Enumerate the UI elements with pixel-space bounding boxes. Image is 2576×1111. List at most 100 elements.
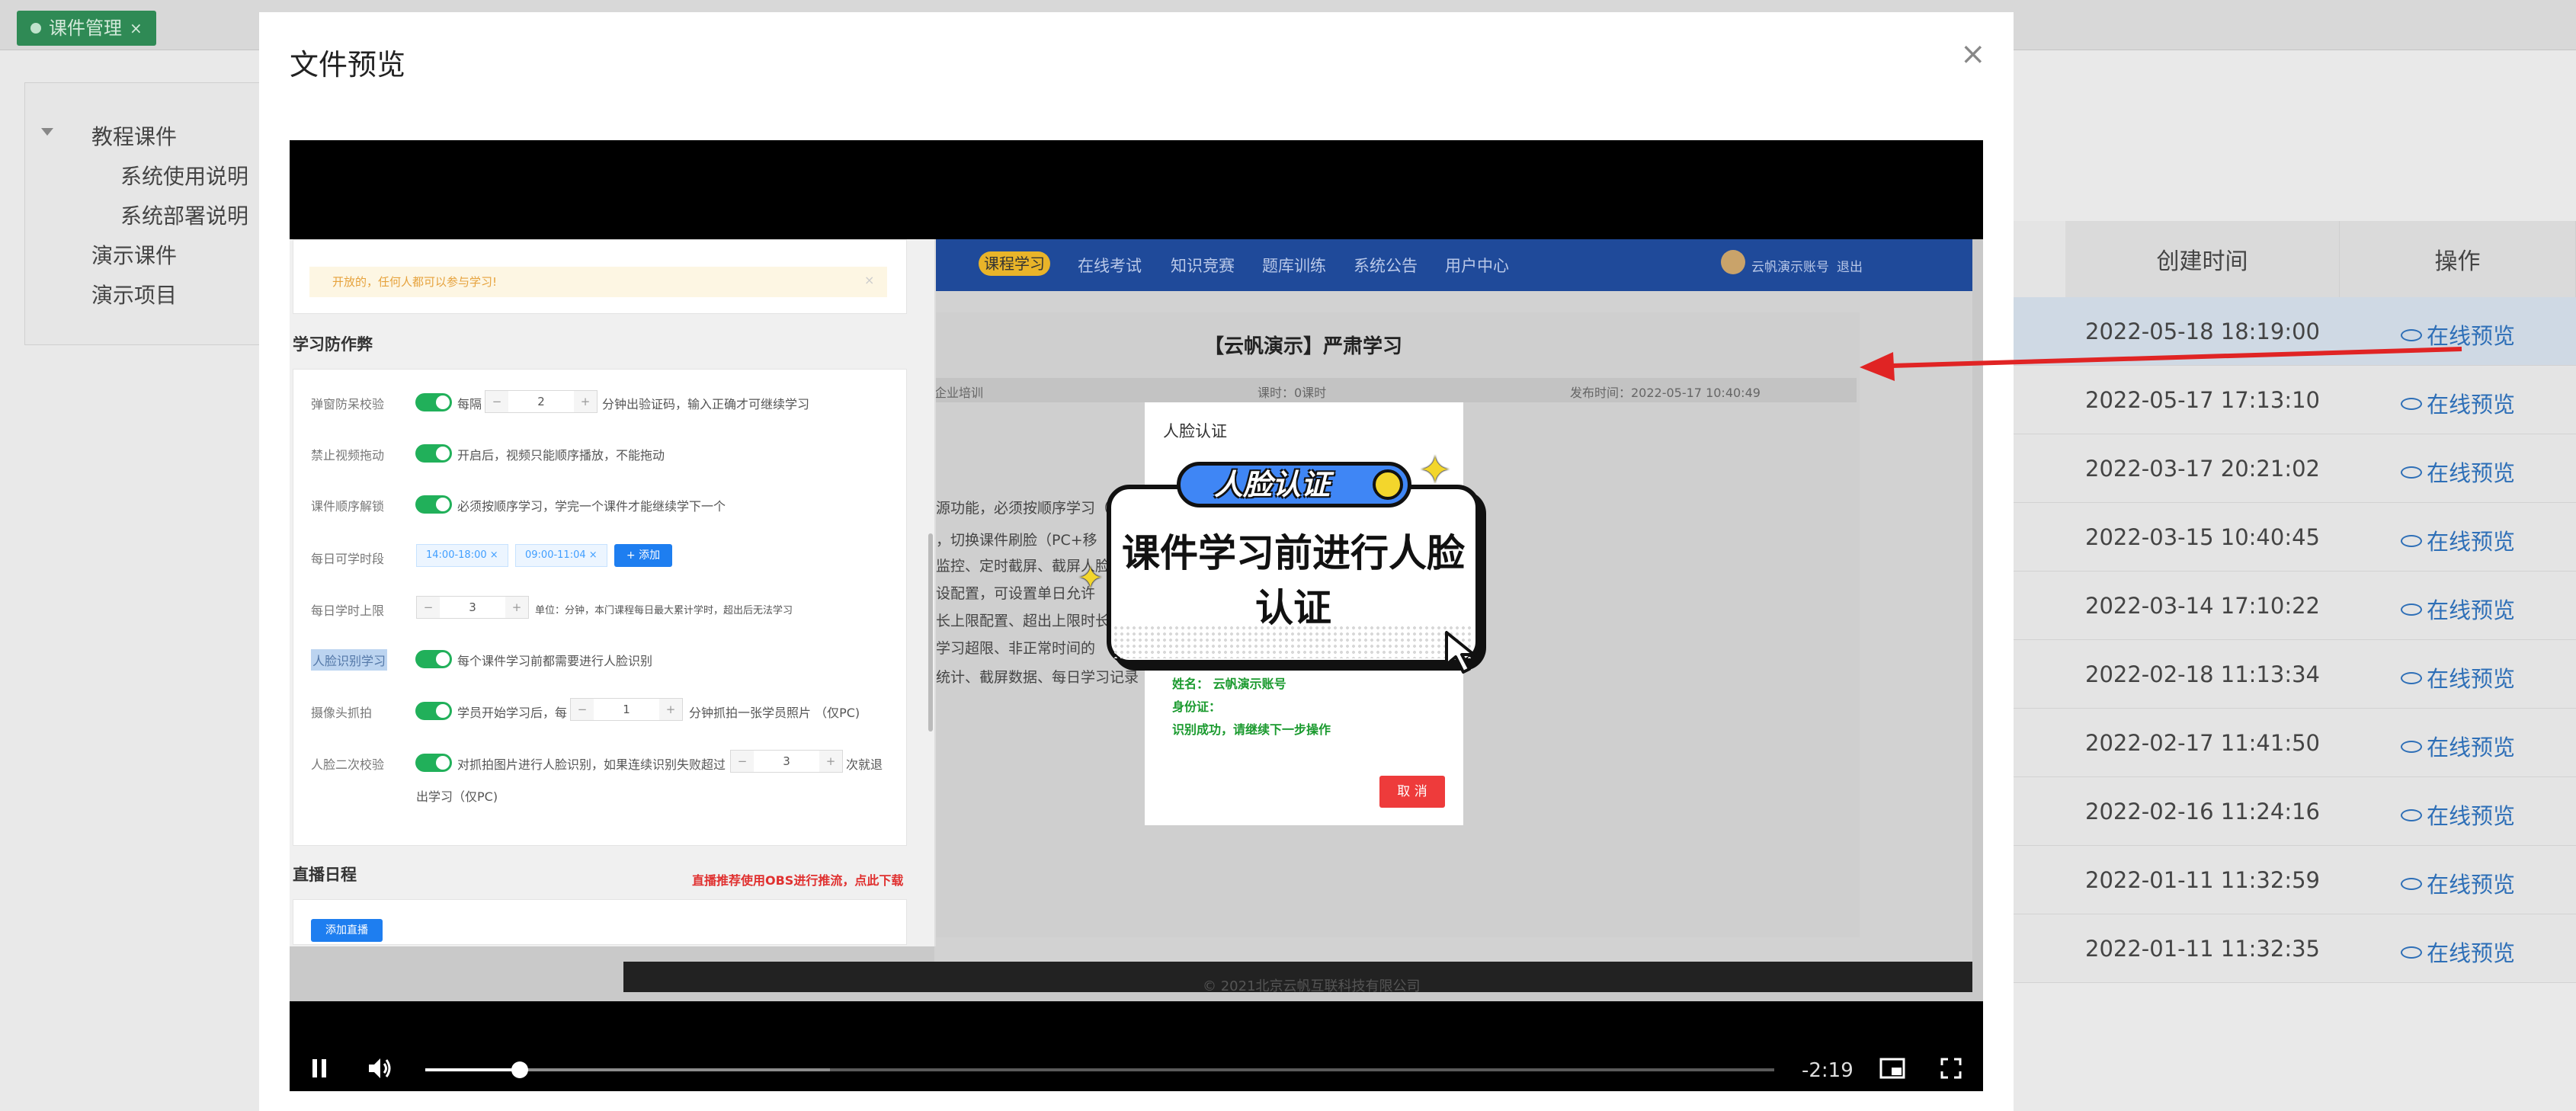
- created-time-cell: 2022-03-17 20:21:02: [2085, 456, 2320, 482]
- frame-meta-hours: 课时：0课时: [1258, 386, 1327, 400]
- preview-link-label: 在线预览: [2427, 392, 2516, 418]
- frame-meta-category: 企业培训: [934, 386, 984, 400]
- eye-icon: [2401, 398, 2422, 410]
- preview-link-label: 在线预览: [2427, 735, 2516, 760]
- fullscreen-button[interactable]: [1940, 1058, 1962, 1082]
- setting-label: 摄像头抓拍: [311, 706, 373, 720]
- frame-account-name: 云帆演示账号: [1751, 260, 1829, 275]
- volume-button[interactable]: [367, 1056, 393, 1084]
- settings-section-title: 学习防作弊: [293, 335, 373, 354]
- tab-course-management[interactable]: 课件管理 ×: [17, 11, 156, 46]
- preview-link-label: 在线预览: [2427, 597, 2516, 623]
- frame-course-title: 【云帆演示】严肃学习: [1204, 335, 1403, 358]
- setting-label: 每日学时上限: [311, 604, 385, 618]
- face-auth-title: 人脸认证: [1163, 422, 1227, 440]
- eye-icon: [2401, 535, 2422, 547]
- preview-link[interactable]: 在线预览: [2401, 456, 2515, 488]
- frame-meta-published: 发布时间：2022-05-17 10:40:49: [1570, 386, 1761, 400]
- setting-toggle: [415, 393, 452, 411]
- tree-node-usage-guide[interactable]: 系统使用说明: [120, 160, 248, 191]
- preview-link-label: 在线预览: [2427, 803, 2516, 829]
- preview-link[interactable]: 在线预览: [2401, 387, 2515, 419]
- setting-text: 出学习（仅PC): [416, 789, 498, 804]
- created-time-cell: 2022-01-11 11:32:35: [2085, 936, 2320, 962]
- eye-icon: [2401, 878, 2422, 890]
- progress-played: [425, 1068, 520, 1071]
- created-time-cell: 2022-05-17 17:13:10: [2085, 387, 2320, 413]
- stepper-value: 3: [469, 600, 476, 614]
- column-header-created: 创建时间: [2065, 221, 2340, 297]
- preview-link[interactable]: 在线预览: [2401, 936, 2515, 968]
- sticker-badge-text: 人脸认证: [1213, 468, 1330, 501]
- sparkle-icon: ✦: [1078, 561, 1104, 596]
- setting-text: 分钟抓拍一张学员照片 （仅PC): [689, 706, 860, 720]
- setting-toggle: [415, 754, 452, 772]
- pause-icon: [312, 1059, 326, 1077]
- picture-in-picture-button[interactable]: [1879, 1058, 1905, 1082]
- frame-nav-item: 在线考试: [1078, 257, 1142, 275]
- setting-text: 学员开始学习后，每: [457, 706, 568, 720]
- tree-node-demo-courses[interactable]: 演示课件: [91, 239, 177, 270]
- live-schedule-title: 直播日程: [293, 866, 357, 884]
- created-time-cell: 2022-02-18 11:13:34: [2085, 661, 2320, 687]
- tree-node-deploy-guide[interactable]: 系统部署说明: [120, 200, 248, 230]
- face-auth-name: 姓名： 云帆演示账号: [1172, 677, 1286, 691]
- stepper-value: 3: [783, 754, 790, 768]
- setting-label: 课件顺序解锁: [311, 499, 385, 514]
- preview-link[interactable]: 在线预览: [2401, 867, 2515, 899]
- red-arrow-annotation: [1860, 347, 2462, 381]
- setting-stepper: −3 +: [730, 750, 843, 773]
- frame-nav-item: 题库训练: [1262, 257, 1326, 275]
- tab-close-icon[interactable]: ×: [130, 11, 143, 46]
- setting-text: 次就退: [846, 757, 883, 772]
- preview-link[interactable]: 在线预览: [2401, 593, 2515, 625]
- avatar: [1721, 250, 1745, 274]
- setting-text: 必须按顺序学习，学完一个课件才能继续学下一个: [457, 499, 726, 514]
- preview-link-label: 在线预览: [2427, 666, 2516, 692]
- setting-stepper: −1 +: [570, 698, 683, 721]
- setting-text: 开启后，视频只能顺序播放，不能拖动: [457, 448, 665, 463]
- setting-label: 人脸二次校验: [311, 757, 385, 772]
- face-auth-status: 识别成功，请继续下一步操作: [1172, 722, 1331, 737]
- setting-text: 每个课件学习前都需要进行人脸识别: [457, 654, 653, 668]
- setting-text: 分钟出验证码，输入正确才可继续学习: [602, 397, 810, 411]
- preview-link[interactable]: 在线预览: [2401, 661, 2515, 693]
- preview-link[interactable]: 在线预览: [2401, 799, 2515, 831]
- pause-button[interactable]: [311, 1058, 328, 1082]
- time-remaining: -2:19: [1802, 1059, 1854, 1082]
- fullscreen-icon: [1940, 1058, 1962, 1079]
- close-icon[interactable]: ×: [1960, 37, 1986, 72]
- setting-stepper: −2 +: [485, 390, 598, 413]
- time-range-tag: 14:00-18:00 ×: [416, 544, 508, 567]
- setting-label: 禁止视频拖动: [311, 448, 385, 463]
- sticker-dot-pattern: [1113, 625, 1471, 658]
- stepper-value: 1: [623, 703, 630, 716]
- setting-toggle: [415, 702, 452, 720]
- settings-notice: 开放的，任何人都可以参与学习!: [309, 267, 887, 297]
- obs-download-hint: 直播推荐使用OBS进行推流，点此下载: [692, 873, 904, 888]
- tree-node-tutorials[interactable]: 教程课件: [91, 120, 177, 151]
- live-schedule-card: [293, 899, 907, 945]
- tree-node-demo-projects[interactable]: 演示项目: [91, 279, 177, 309]
- frame-body-line: 设配置，可设置单日允许: [936, 585, 1096, 602]
- preview-link[interactable]: 在线预览: [2401, 524, 2515, 556]
- setting-text: 单位：分钟，本门课程每日最大累计学时，超出后无法学习: [535, 605, 793, 616]
- frame-body-line: 学习超限、非正常时间的: [936, 640, 1096, 657]
- setting-toggle: [415, 444, 452, 463]
- setting-toggle: [415, 495, 452, 514]
- progress-handle[interactable]: [511, 1061, 528, 1078]
- frame-body-line: ，切换课件刷脸（PC+移: [936, 532, 1097, 549]
- preview-link[interactable]: 在线预览: [2401, 730, 2515, 762]
- face-auth-id: 身份证：: [1172, 700, 1222, 714]
- stepper-value: 2: [537, 395, 545, 408]
- tab-label: 课件管理: [49, 18, 122, 39]
- eye-icon: [2401, 809, 2422, 821]
- setting-label-selected: 人脸识别学习: [311, 649, 388, 671]
- preview-link-label: 在线预览: [2427, 460, 2516, 486]
- setting-text: 对抓拍图片进行人脸识别，如果连续识别失败超过: [457, 757, 726, 772]
- setting-label: 弹窗防呆校验: [311, 397, 385, 411]
- created-time-cell: 2022-01-11 11:32:59: [2085, 867, 2320, 893]
- frame-footer-copyright: © 2021北京云帆互联科技有限公司: [1203, 978, 1421, 994]
- tree-expand-icon[interactable]: [41, 128, 53, 136]
- notice-close-icon: ×: [864, 273, 875, 287]
